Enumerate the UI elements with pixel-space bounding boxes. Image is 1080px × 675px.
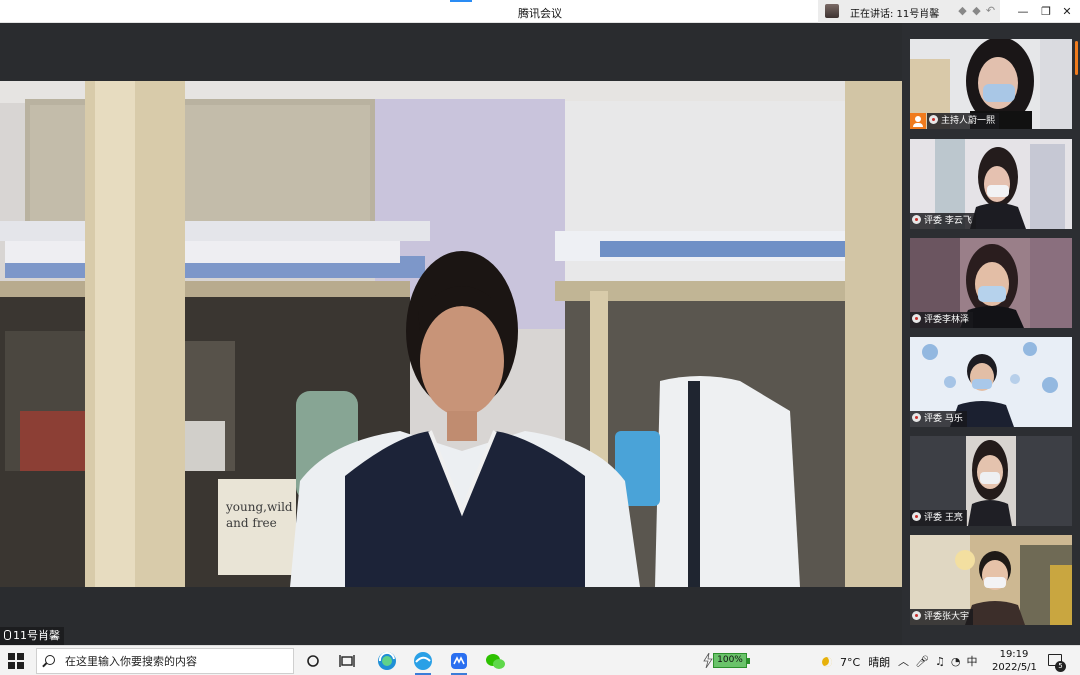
participant-name-tag: 评委 李云飞	[910, 213, 976, 229]
clock-time: 19:19	[999, 649, 1029, 660]
main-stage: young,wild and free 11号肖馨	[0, 23, 902, 645]
system-tray: ︿ 🎤︎ ♫ ◔ 中	[898, 653, 983, 669]
ime-indicator[interactable]: 中	[966, 653, 977, 669]
windows-logo-icon	[17, 653, 24, 660]
microphone-icon	[4, 630, 11, 640]
weather-widget[interactable]: 7°C 晴朗	[822, 654, 890, 670]
tote-bag-text-line: young,wild	[225, 500, 293, 514]
edge-icon	[378, 651, 396, 670]
participant-tile[interactable]: 评委 马乐	[910, 337, 1072, 427]
windows-logo-icon	[8, 662, 15, 669]
main-video-feed[interactable]: young,wild and free	[0, 81, 902, 587]
start-button[interactable]	[8, 653, 25, 670]
participant-sidebar: 主持人蔚一熙 评委 李云飞 评委李林泽 评委 马乐 评委 王亮 评委张大宇	[902, 23, 1080, 645]
participant-name: 评委 马乐	[924, 414, 963, 424]
close-button[interactable]: ✕	[1054, 3, 1080, 20]
video-camera-icon	[912, 611, 921, 620]
tencent-meeting-icon	[451, 653, 467, 669]
speaker-avatar	[825, 4, 839, 18]
participant-name-tag: 评委李林泽	[910, 312, 974, 328]
speaker-controls: ◆ ◆ ↶	[956, 4, 998, 19]
video-camera-icon	[912, 413, 921, 422]
title-bar: 腾讯会议 正在讲话: 11号肖馨 ◆ ◆ ↶ — ❐ ✕	[0, 0, 1080, 23]
participant-tile[interactable]: 评委李林泽	[910, 238, 1072, 328]
search-input[interactable]	[65, 653, 289, 670]
participant-tile[interactable]: 评委 王亮	[910, 436, 1072, 526]
edge-icon	[414, 652, 432, 670]
main-participant-name: 11号肖馨	[13, 629, 60, 642]
host-icon	[910, 113, 926, 129]
video-camera-icon	[912, 512, 921, 521]
system-clock[interactable]: 19:19 2022/5/1	[992, 648, 1037, 674]
edge-browser-button[interactable]	[370, 649, 404, 673]
microphone-tray-icon[interactable]: 🎤︎	[915, 655, 929, 668]
main-participant-name-tag: 11号肖馨	[0, 627, 64, 645]
windows-taskbar: 100% 7°C 晴朗 ︿ 🎤︎ ♫ ◔ 中 19:19 2022/5/1 5	[0, 645, 1080, 675]
cortana-button[interactable]	[296, 649, 330, 673]
double-arrow-icon[interactable]: ◆	[956, 4, 969, 17]
speaker-icon[interactable]: ♫	[935, 655, 945, 668]
video-scene: young,wild and free	[0, 81, 902, 587]
battery-percent: 100%	[713, 653, 750, 668]
participant-tile[interactable]: 评委 李云飞	[910, 139, 1072, 229]
participant-name-tag: 主持人蔚一熙	[927, 113, 1000, 129]
clock-date: 2022/5/1	[992, 662, 1037, 673]
tencent-meeting-taskbar-button[interactable]	[442, 649, 476, 675]
participant-tile[interactable]: 主持人蔚一熙	[910, 39, 1072, 129]
weather-condition: 晴朗	[868, 656, 891, 669]
participant-tile[interactable]: 评委张大宇	[910, 535, 1072, 625]
participant-name: 评委 李云飞	[924, 216, 972, 226]
wechat-icon	[486, 654, 505, 669]
chevron-up-icon[interactable]: ︿	[898, 653, 909, 669]
windows-logo-icon	[17, 662, 24, 669]
participant-name-tag: 评委 王亮	[910, 510, 967, 526]
charging-icon	[703, 653, 713, 668]
participant-name-tag: 评委张大宇	[910, 609, 974, 625]
participant-name: 评委李林泽	[924, 315, 970, 325]
weather-temp: 7°C	[840, 656, 861, 669]
video-camera-icon	[929, 115, 938, 124]
task-view-icon	[339, 655, 355, 667]
taskbar-search[interactable]	[36, 648, 294, 674]
active-speaker-indicator[interactable]: 正在讲话: 11号肖馨 ◆ ◆ ↶	[818, 0, 1000, 23]
notification-count-badge: 5	[1055, 661, 1066, 672]
cortana-icon	[307, 655, 319, 667]
search-icon	[45, 655, 55, 665]
wifi-icon[interactable]: ◔	[951, 655, 961, 668]
participant-name-tag: 评委 马乐	[910, 411, 967, 427]
video-camera-icon	[912, 314, 921, 323]
participant-name: 主持人蔚一熙	[941, 116, 996, 126]
participant-name: 评委 王亮	[924, 513, 963, 523]
speaking-label: 正在讲话: 11号肖馨	[850, 9, 940, 20]
participant-name: 评委张大宇	[924, 612, 970, 622]
wechat-button[interactable]	[478, 649, 512, 673]
sidebar-scrollbar[interactable]	[1075, 41, 1078, 75]
edge-active-button[interactable]	[406, 649, 440, 675]
moon-icon	[822, 657, 832, 667]
pin-icon[interactable]: ◆	[970, 4, 983, 17]
title-accent	[450, 0, 472, 2]
windows-logo-icon	[8, 653, 15, 660]
back-arrow-icon[interactable]: ↶	[984, 4, 997, 17]
task-view-button[interactable]	[330, 649, 364, 673]
video-camera-icon	[912, 215, 921, 224]
tote-bag-text-line: and free	[226, 516, 277, 530]
